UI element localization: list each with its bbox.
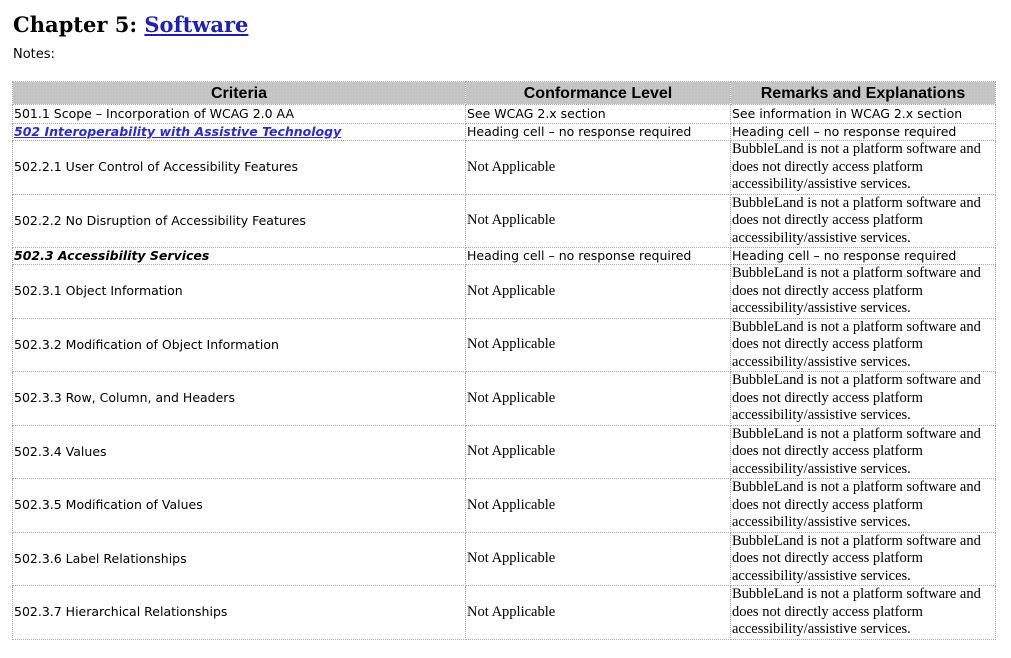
table-section-heading-row: 502.3 Accessibility Services Heading cell… xyxy=(12,247,996,265)
remarks-cell: BubbleLand is not a platform software an… xyxy=(730,371,996,426)
table-row: 502.3.2 Modification of Object Informati… xyxy=(12,317,996,372)
criteria-cell: 502.3.4 Values xyxy=(12,424,466,479)
table-row: 502.3.4 Values Not Applicable BubbleLand i… xyxy=(12,424,996,479)
criteria-cell: 502.3.5 Modification of Values xyxy=(12,478,466,533)
chapter-link-software[interactable]: Software xyxy=(144,12,248,37)
header-conformance-level: Conformance Level xyxy=(465,81,731,105)
header-remarks: Remarks and Explanations xyxy=(730,81,996,105)
remarks-cell: BubbleLand is not a platform software an… xyxy=(730,140,996,195)
chapter-prefix: Chapter 5: xyxy=(13,12,145,37)
conformance-level-cell: Not Applicable xyxy=(465,424,731,479)
table-row: 502.3.7 Hierarchical Relationships Not Ap… xyxy=(12,585,996,640)
remarks-cell: BubbleLand is not a platform software an… xyxy=(730,478,996,533)
table-row: 502.3.6 Label Relationships Not Applicabl… xyxy=(12,531,996,586)
criteria-cell: 502 Interoperability with Assistive Tech… xyxy=(12,123,466,141)
conformance-level-cell: Heading cell – no response required xyxy=(465,123,731,141)
remarks-cell: See information in WCAG 2.x section xyxy=(730,104,996,124)
table-row: 502.2.2 No Disruption of Accessibility F… xyxy=(12,193,996,248)
conformance-level-cell: Heading cell – no response required xyxy=(465,247,731,265)
remarks-cell: BubbleLand is not a platform software an… xyxy=(730,264,996,319)
criteria-cell: 501.1 Scope – Incorporation of WCAG 2.0 … xyxy=(12,104,466,124)
section-heading-link[interactable]: 502 Interoperability with Assistive Tech… xyxy=(14,125,341,140)
criteria-cell: 502.3.3 Row, Column, and Headers xyxy=(12,371,466,426)
section-heading: 502 Interoperability with Assistive Tech… xyxy=(14,125,341,140)
table-row: 502.3.3 Row, Column, and Headers Not Appl… xyxy=(12,371,996,426)
remarks-cell: BubbleLand is not a platform software an… xyxy=(730,531,996,586)
chapter-heading: Chapter 5: Software xyxy=(13,10,248,40)
table-body: 501.1 Scope – Incorporation of WCAG 2.0 … xyxy=(12,104,996,640)
conformance-level-cell: Not Applicable xyxy=(465,317,731,372)
conformance-level-cell: Not Applicable xyxy=(465,264,731,319)
header-criteria: Criteria xyxy=(12,81,466,105)
remarks-cell: Heading cell – no response required xyxy=(730,247,996,265)
conformance-level-cell: Not Applicable xyxy=(465,585,731,640)
criteria-cell: 502.2.1 User Control of Accessibility Fe… xyxy=(12,140,466,195)
table-row: 501.1 Scope – Incorporation of WCAG 2.0 … xyxy=(12,104,996,124)
remarks-cell: BubbleLand is not a platform software an… xyxy=(730,193,996,248)
conformance-table: Criteria Conformance Level Remarks and E… xyxy=(12,81,996,640)
criteria-cell: 502.2.2 No Disruption of Accessibility F… xyxy=(12,193,466,248)
section-heading-text: 502.3 Accessibility Services xyxy=(14,248,210,264)
criteria-cell: 502.3 Accessibility Services xyxy=(12,247,466,265)
table-section-heading-row: 502 Interoperability with Assistive Tech… xyxy=(12,123,996,141)
conformance-level-cell: Not Applicable xyxy=(465,371,731,426)
criteria-cell: 502.3.6 Label Relationships xyxy=(12,531,466,586)
conformance-level-cell: Not Applicable xyxy=(465,531,731,586)
remarks-cell: Heading cell – no response required xyxy=(730,123,996,141)
remarks-cell: BubbleLand is not a platform software an… xyxy=(730,317,996,372)
table-row: 502.3.5 Modification of Values Not Applic… xyxy=(12,478,996,533)
remarks-cell: BubbleLand is not a platform software an… xyxy=(730,424,996,479)
criteria-cell: 502.3.1 Object Information xyxy=(12,264,466,319)
table-row: 502.3.1 Object Information Not Applicable… xyxy=(12,264,996,319)
criteria-cell: 502.3.7 Hierarchical Relationships xyxy=(12,585,466,640)
conformance-level-cell: Not Applicable xyxy=(465,478,731,533)
conformance-level-cell: Not Applicable xyxy=(465,193,731,248)
criteria-cell: 502.3.2 Modification of Object Informati… xyxy=(12,317,466,372)
table-row: 502.2.1 User Control of Accessibility Fe… xyxy=(12,140,996,195)
remarks-cell: BubbleLand is not a platform software an… xyxy=(730,585,996,640)
notes-label: Notes: xyxy=(13,47,55,62)
conformance-level-cell: See WCAG 2.x section xyxy=(465,104,731,124)
table-header: Criteria Conformance Level Remarks and E… xyxy=(12,81,996,105)
conformance-level-cell: Not Applicable xyxy=(465,140,731,195)
